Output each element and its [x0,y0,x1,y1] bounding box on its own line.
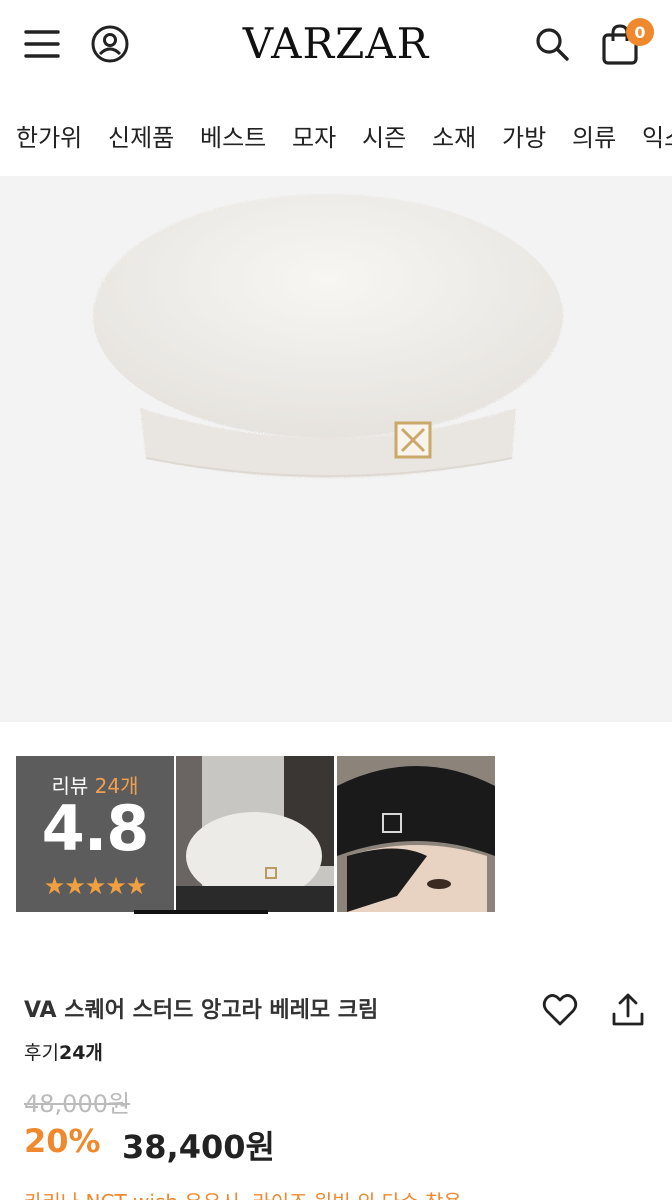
menu-icon[interactable] [22,24,62,64]
category-item[interactable]: 베스트 [200,118,266,153]
sale-price: 38,400원 [122,1128,275,1166]
category-item[interactable]: 익스 [642,118,672,153]
review-summary-card[interactable]: 리뷰 24개 4.8 ★★★★★ [16,756,174,912]
discount-rate: 20% [24,1122,101,1160]
review-photo-thumbnail[interactable] [176,756,334,912]
product-main-image[interactable] [0,176,672,722]
category-item[interactable]: 한가위 [16,118,82,153]
category-item[interactable]: 가방 [502,118,546,153]
category-nav: 한가위 신제품 베스트 모자 시즌 소재 가방 의류 익스 [0,108,672,164]
heart-icon[interactable] [540,990,580,1030]
category-item[interactable]: 신제품 [108,118,174,153]
user-icon[interactable] [88,22,132,66]
product-title: VA 스퀘어 스터드 앙고라 베레모 크림 [24,998,379,1023]
original-price: 48,000원 [24,1090,131,1118]
cart-count-badge: 0 [626,18,654,46]
category-item[interactable]: 소재 [432,118,476,153]
category-item[interactable]: 의류 [572,118,616,153]
review-photo-thumbnail[interactable] [337,756,495,912]
category-item[interactable]: 시즌 [362,118,406,153]
category-item[interactable]: 모자 [292,118,336,153]
brand-logo[interactable]: VARZAR [200,18,472,70]
rating-stars-icon: ★★★★★ [43,872,148,900]
header: VARZAR 0 [0,0,672,90]
thumbnail-scroll-indicator [134,910,268,914]
search-icon[interactable] [530,22,574,66]
share-icon[interactable] [608,990,648,1030]
review-count[interactable]: 후기24개 [24,1038,103,1065]
review-score: 4.8 [41,792,150,865]
promo-text: 카리나 NCT wish 유우시, 라이즈 원빈 외 다수 착용 [24,1186,462,1200]
